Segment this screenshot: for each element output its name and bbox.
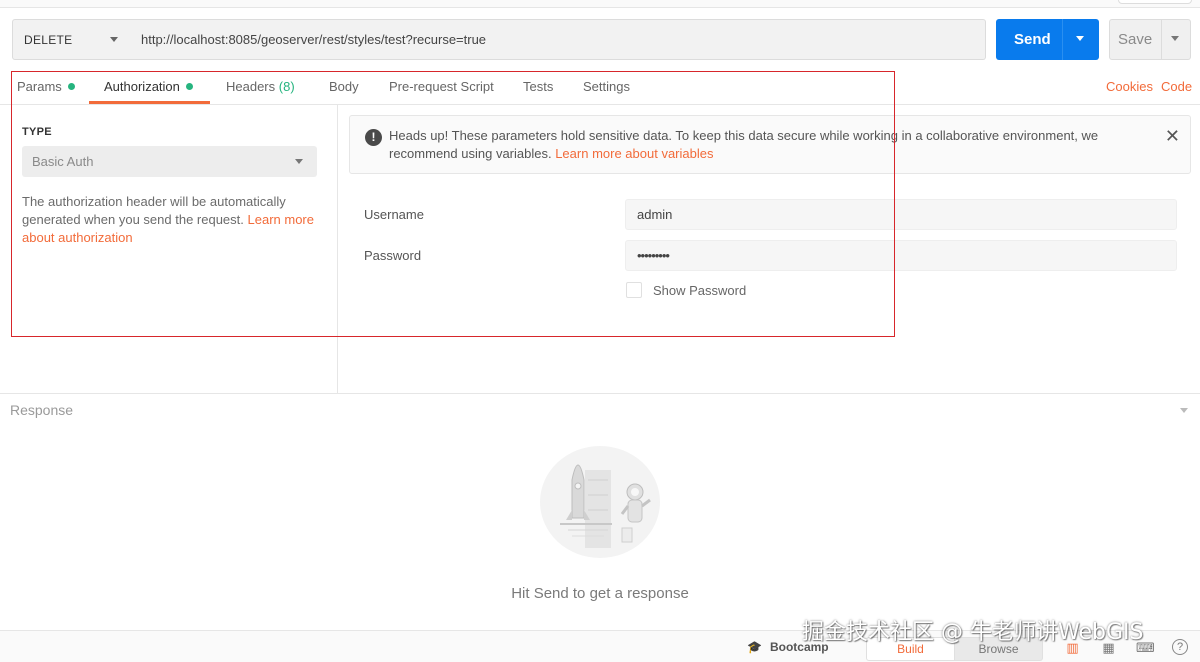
url-text: http://localhost:8085/geoserver/rest/sty… xyxy=(141,32,487,47)
alert-body: Heads up! These parameters hold sensitiv… xyxy=(389,128,1099,161)
tab-body-label: Body xyxy=(329,79,359,94)
top-pill xyxy=(1118,0,1192,4)
chevron-down-icon xyxy=(295,159,303,164)
tabs-divider xyxy=(0,104,1200,105)
tab-headers-label: Headers xyxy=(226,79,276,94)
username-label: Username xyxy=(364,207,424,222)
auth-help-text: The authorization header will be automat… xyxy=(22,193,322,247)
cookies-link[interactable]: Cookies xyxy=(1106,79,1153,94)
chevron-down-icon xyxy=(110,37,118,42)
send-divider xyxy=(1062,19,1063,60)
alert-text: Heads up! These parameters hold sensitiv… xyxy=(389,127,1129,163)
save-label: Save xyxy=(1118,31,1153,48)
sensitive-data-alert: ! Heads up! These parameters hold sensit… xyxy=(349,115,1191,174)
close-icon[interactable]: ✕ xyxy=(1165,127,1180,145)
method-label: DELETE xyxy=(24,32,73,47)
help-icon[interactable]: ? xyxy=(1172,639,1188,655)
url-input[interactable]: http://localhost:8085/geoserver/rest/sty… xyxy=(129,19,986,60)
watermark-text: 掘金技术社区 @ 牛老师讲WebGIS xyxy=(802,620,1144,645)
auth-type-value: Basic Auth xyxy=(32,154,94,169)
status-dot xyxy=(67,83,75,90)
send-button[interactable]: Send xyxy=(996,19,1099,60)
password-value: ••••••••• xyxy=(637,248,670,263)
status-dot xyxy=(185,83,193,90)
tab-tests[interactable]: Tests xyxy=(523,79,553,94)
tab-settings-label: Settings xyxy=(583,79,630,94)
password-label: Password xyxy=(364,248,422,263)
send-options-chevron-icon[interactable] xyxy=(1076,36,1084,41)
tab-body[interactable]: Body xyxy=(329,79,359,94)
top-strip xyxy=(0,0,1200,8)
save-divider xyxy=(1161,20,1162,59)
tab-settings[interactable]: Settings xyxy=(583,79,630,94)
save-button[interactable]: Save xyxy=(1109,19,1191,60)
tab-tests-label: Tests xyxy=(523,79,554,94)
tab-pre-request-script-label: Pre-request Script xyxy=(389,79,494,94)
password-input[interactable]: ••••••••• xyxy=(625,240,1177,271)
tab-pre-request-script[interactable]: Pre-request Script xyxy=(389,79,494,94)
response-title: Response xyxy=(10,402,74,418)
save-options-chevron-icon[interactable] xyxy=(1171,36,1179,41)
tab-authorization-label: Authorization xyxy=(104,79,180,94)
username-value: admin xyxy=(637,207,673,222)
tab-authorization[interactable]: Authorization xyxy=(104,79,193,94)
send-label: Send xyxy=(1014,31,1051,48)
tab-headers-count: (8) xyxy=(278,79,295,94)
graduation-cap-icon: 🎓 xyxy=(747,640,762,654)
auth-help-body: The authorization header will be automat… xyxy=(22,194,286,227)
username-input[interactable]: admin xyxy=(625,199,1177,230)
learn-more-variables-link[interactable]: Learn more about variables xyxy=(555,146,713,161)
tab-params-label: Params xyxy=(17,79,62,94)
show-password-label[interactable]: Show Password xyxy=(653,283,746,298)
rocket-illustration-icon xyxy=(540,446,660,558)
show-password-checkbox[interactable] xyxy=(626,282,642,298)
empty-response-hint: Hit Send to get a response xyxy=(511,585,689,602)
response-divider xyxy=(0,393,1200,394)
method-select[interactable]: DELETE xyxy=(12,19,130,60)
tab-params[interactable]: Params xyxy=(17,79,75,94)
panel-divider xyxy=(337,105,338,393)
tab-headers[interactable]: Headers (8) xyxy=(226,79,295,94)
auth-type-label: TYPE xyxy=(22,126,52,138)
code-link[interactable]: Code xyxy=(1161,79,1192,94)
info-icon: ! xyxy=(365,129,382,146)
collapse-chevron-icon[interactable] xyxy=(1180,408,1188,413)
auth-type-select[interactable]: Basic Auth xyxy=(22,146,317,177)
